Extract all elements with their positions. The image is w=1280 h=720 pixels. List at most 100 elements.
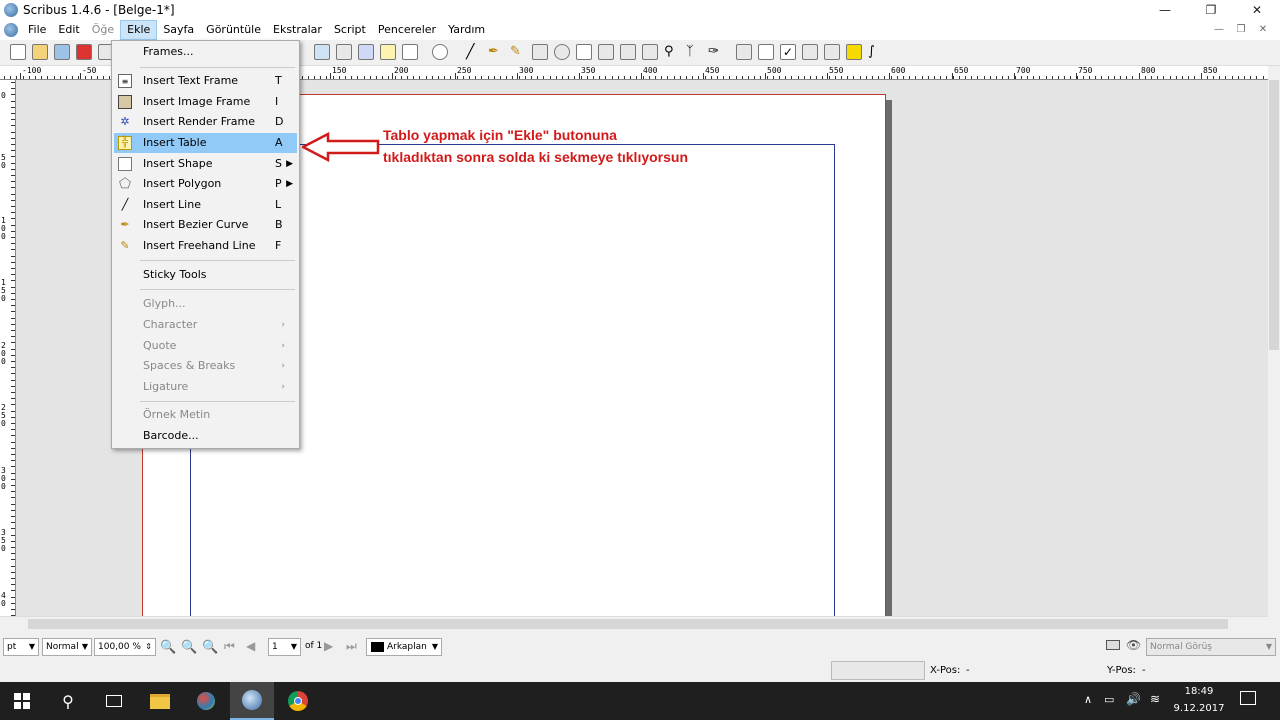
chevron-up-icon[interactable]: ∧ [1084, 693, 1092, 706]
text-frame-tool-icon[interactable] [314, 44, 330, 60]
edit-text-tool-icon[interactable] [576, 44, 592, 60]
menu-frames[interactable]: Frames... [114, 42, 297, 62]
menu-extras[interactable]: Ekstralar [267, 20, 328, 40]
task-view-icon[interactable] [92, 682, 136, 720]
pdf-checkbox-icon[interactable]: ✓ [780, 44, 796, 60]
pdf-combobox-icon[interactable] [802, 44, 818, 60]
menu-separator [140, 401, 295, 402]
next-page-icon[interactable]: ▶ [324, 639, 333, 653]
menu-ekle[interactable]: Ekle [120, 20, 158, 40]
battery-icon[interactable]: ▭ [1104, 693, 1114, 706]
clock-date[interactable]: 9.12.2017 [1172, 703, 1226, 714]
menu-insert-text-frame[interactable]: ≡ Insert Text Frame T [114, 71, 297, 91]
rotate-tool-icon[interactable] [532, 44, 548, 60]
zoom-100-icon[interactable]: 🔍 [181, 640, 197, 655]
menu-insert-image-frame[interactable]: Insert Image Frame I [114, 92, 297, 112]
close-button[interactable]: ✕ [1234, 0, 1280, 20]
menu-windows[interactable]: Pencereler [372, 20, 442, 40]
ruler-label: 400 [643, 66, 658, 75]
search-icon[interactable]: ⚲ [46, 682, 90, 720]
unit-select[interactable]: pt ▼ [3, 638, 39, 656]
menu-edit[interactable]: Edit [52, 20, 85, 40]
link-frames-icon[interactable] [620, 44, 636, 60]
new-document-icon[interactable] [10, 44, 26, 60]
menu-sticky-tools[interactable]: Sticky Tools [114, 265, 297, 285]
menu-insert-shape[interactable]: Insert Shape S ▶ [114, 154, 297, 174]
ruler-label: 350 [581, 66, 596, 75]
menu-insert-render-frame[interactable]: ✲ Insert Render Frame D [114, 112, 297, 132]
clock-time[interactable]: 18:49 [1176, 686, 1222, 697]
image-frame-tool-icon[interactable] [336, 44, 352, 60]
zoom-input[interactable]: 100,00 % ⇕ [94, 638, 156, 656]
minimize-button[interactable]: — [1142, 0, 1188, 20]
measure-tool-icon[interactable]: ⚲ [664, 44, 680, 60]
scribus-taskbar-icon[interactable] [230, 682, 274, 720]
preview-mode-icon[interactable] [1106, 640, 1120, 650]
save-icon[interactable] [54, 44, 70, 60]
ruler-major-tick [579, 73, 580, 79]
horizontal-scrollbar[interactable] [0, 616, 1268, 630]
pdf-listbox-icon[interactable] [824, 44, 840, 60]
zoom-tool-icon[interactable] [554, 44, 570, 60]
mode-select[interactable]: Normal ▼ [42, 638, 92, 656]
menu-insert-line[interactable]: ╱ Insert Line L [114, 195, 297, 215]
menu-item[interactable]: Öğe [86, 20, 120, 40]
text-frame-icon: ≡ [118, 74, 132, 88]
copy-properties-icon[interactable]: ᛉ [686, 44, 702, 60]
layer-select[interactable]: Arkaplan ▼ [366, 638, 442, 656]
pdf-annotation-icon[interactable] [846, 44, 862, 60]
shape-tool-icon[interactable] [402, 44, 418, 60]
menu-file[interactable]: File [22, 20, 52, 40]
menu-quote: Quote › [114, 336, 297, 356]
mdi-minimize-button[interactable]: — [1208, 20, 1230, 40]
menu-help[interactable]: Yardım [442, 20, 491, 40]
vertical-scroll-thumb[interactable] [1269, 80, 1279, 350]
maximize-button[interactable]: ❐ [1188, 0, 1234, 20]
line-tool-icon[interactable]: ╱ [466, 44, 482, 60]
pdf-button-icon[interactable] [736, 44, 752, 60]
eyedropper-icon[interactable]: ✑ [708, 44, 724, 60]
wifi-icon[interactable]: ≋ [1150, 692, 1160, 706]
notification-icon[interactable] [1240, 691, 1256, 705]
eye-icon[interactable]: 👁 [1126, 638, 1141, 652]
pdf-link-icon[interactable]: ∫ [868, 44, 884, 60]
page-select[interactable]: 1 ▼ [268, 638, 301, 656]
chrome-icon[interactable] [276, 682, 320, 720]
first-page-icon[interactable]: ⏮ [224, 639, 235, 654]
paint-app-icon[interactable] [184, 682, 228, 720]
open-icon[interactable] [32, 44, 48, 60]
menu-view[interactable]: Görüntüle [200, 20, 267, 40]
story-editor-icon[interactable] [598, 44, 614, 60]
close-doc-icon[interactable] [76, 44, 92, 60]
ruler-major-tick [517, 73, 518, 79]
volume-icon[interactable]: 🔊 [1126, 692, 1141, 706]
menu-barcode[interactable]: Barcode... [114, 426, 297, 446]
last-page-icon[interactable]: ⏭ [346, 639, 357, 654]
image-frame-icon [118, 95, 132, 109]
vertical-scrollbar[interactable] [1268, 66, 1280, 616]
table-tool-icon[interactable] [380, 44, 396, 60]
menu-insert-table[interactable]: ╬ Insert Table A [114, 133, 297, 153]
file-explorer-icon[interactable] [138, 682, 182, 720]
bezier-tool-icon[interactable]: ✒ [488, 44, 504, 60]
horizontal-scroll-thumb[interactable] [28, 619, 1228, 629]
menu-script[interactable]: Script [328, 20, 372, 40]
freehand-tool-icon[interactable]: ✎ [510, 44, 526, 60]
render-frame-tool-icon[interactable] [358, 44, 374, 60]
view-mode-select[interactable]: Normal Görüş ▼ [1146, 638, 1276, 656]
zoom-out-icon[interactable]: 🔍 [160, 640, 176, 655]
mdi-close-button[interactable]: ✕ [1252, 20, 1274, 40]
menu-sayfa[interactable]: Sayfa [157, 20, 200, 40]
polygon-tool-icon[interactable] [432, 44, 448, 60]
menu-insert-bezier-curve[interactable]: ✒ Insert Bezier Curve B [114, 215, 297, 235]
menu-insert-freehand-line[interactable]: ✎ Insert Freehand Line F [114, 236, 297, 256]
pdf-textfield-icon[interactable] [758, 44, 774, 60]
mdi-restore-button[interactable]: ❐ [1230, 20, 1252, 40]
annotation-text: Tablo yapmak için "Ekle" butonuna tıklad… [383, 124, 688, 168]
menu-insert-polygon[interactable]: ⬠ Insert Polygon P ▶ [114, 174, 297, 194]
unlink-frames-icon[interactable] [642, 44, 658, 60]
ruler-label: 550 [829, 66, 844, 75]
start-button[interactable] [0, 682, 44, 720]
prev-page-icon[interactable]: ◀ [246, 639, 255, 653]
zoom-in-icon[interactable]: 🔍 [202, 640, 218, 655]
